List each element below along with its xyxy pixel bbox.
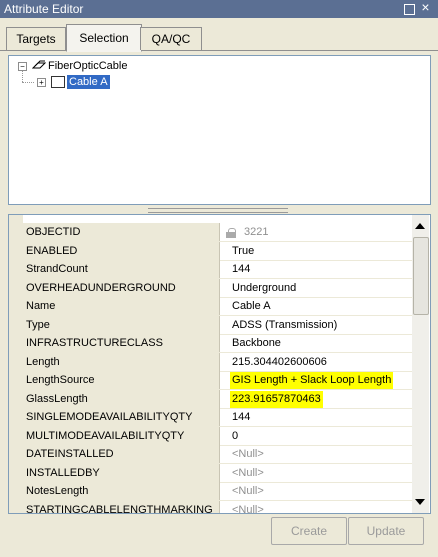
attribute-row[interactable]: GlassLength 223.91657870463 — [23, 389, 412, 409]
window-title: Attribute Editor — [4, 2, 84, 16]
attribute-editor-window: Attribute Editor × Targets Selection QA/… — [0, 0, 438, 557]
attribute-value: Underground — [232, 281, 297, 294]
update-button[interactable]: Update — [348, 517, 424, 545]
grid-row-header-strip — [9, 215, 23, 513]
attribute-row[interactable]: OBJECTID 3221 — [23, 223, 412, 242]
attribute-name: DATEINSTALLED — [23, 445, 220, 463]
tree-node-label: FiberOpticCable — [48, 60, 128, 72]
attribute-value: Cable A — [232, 300, 271, 312]
attribute-name: GlassLength — [23, 389, 220, 408]
scroll-thumb[interactable] — [413, 237, 429, 315]
title-bar[interactable]: Attribute Editor × — [0, 0, 438, 18]
attribute-row[interactable]: ENABLED True — [23, 241, 412, 261]
attribute-value-highlighted: 223.91657870463 — [230, 390, 323, 408]
attribute-grid: OBJECTID 3221 ENABLED True StrandCount 144 OVE… — [8, 214, 431, 514]
attribute-value-cell[interactable]: GIS Length + Slack Loop Length — [222, 371, 412, 389]
attribute-value: <Null> — [232, 448, 264, 460]
attribute-value-cell[interactable]: 215.304402600606 — [222, 353, 412, 371]
attribute-value: 0 — [232, 429, 239, 442]
attribute-value: <Null> — [232, 503, 264, 514]
selection-tree[interactable]: − FiberOpticCable + Cable A — [8, 55, 431, 205]
attribute-name: ENABLED — [23, 241, 220, 260]
attribute-value: <Null> — [232, 485, 264, 497]
close-icon[interactable]: × — [419, 0, 432, 14]
vertical-scrollbar[interactable] — [412, 215, 429, 513]
lock-icon — [224, 224, 238, 240]
attribute-name: Name — [23, 297, 220, 315]
attribute-value-cell[interactable]: 144 — [222, 408, 412, 426]
attribute-name: NotesLength — [23, 482, 220, 500]
attribute-name: StrandCount — [23, 260, 220, 278]
attribute-name: OVERHEADUNDERGROUND — [23, 278, 220, 297]
attribute-row[interactable]: Type ADSS (Transmission) — [23, 315, 412, 335]
attribute-row[interactable]: DATEINSTALLED <Null> — [23, 445, 412, 464]
attribute-name: INFRASTRUCTURECLASS — [23, 334, 220, 352]
attribute-value: 144 — [232, 263, 251, 275]
attribute-value: 215.304402600606 — [232, 355, 327, 368]
create-button[interactable]: Create — [271, 517, 347, 545]
attribute-value-cell[interactable]: 144 — [222, 260, 412, 278]
attribute-name: SINGLEMODEAVAILABILITYQTY — [23, 408, 220, 426]
collapse-icon[interactable]: − — [18, 62, 27, 71]
attribute-row[interactable]: Length 215.304402600606 — [23, 352, 412, 372]
attribute-row[interactable]: MULTIMODEAVAILABILITYQTY 0 — [23, 426, 412, 446]
attribute-value: Backbone — [232, 337, 281, 349]
auto-hide-pin-icon[interactable] — [404, 4, 415, 15]
attribute-value-cell[interactable]: Backbone — [222, 334, 412, 352]
tree-node-cable-a[interactable]: + Cable A — [33, 75, 233, 89]
attribute-name: STARTINGCABLELENGTHMARKING — [23, 500, 220, 513]
attribute-row[interactable]: STARTINGCABLELENGTHMARKING <Null> — [23, 500, 412, 514]
attribute-name: MULTIMODEAVAILABILITYQTY — [23, 426, 220, 445]
attribute-value-highlighted: GIS Length + Slack Loop Length — [230, 372, 394, 389]
attribute-value-cell[interactable]: 223.91657870463 — [222, 390, 412, 408]
attribute-value-cell[interactable]: <Null> — [222, 482, 412, 500]
attribute-row[interactable]: StrandCount 144 — [23, 260, 412, 279]
attribute-value-cell[interactable]: <Null> — [222, 464, 412, 482]
attribute-row[interactable]: SINGLEMODEAVAILABILITYQTY 144 — [23, 408, 412, 427]
attribute-value: 144 — [232, 411, 251, 423]
attribute-value: True — [232, 244, 255, 257]
attribute-value-cell[interactable]: 3221 — [222, 223, 412, 241]
attribute-row[interactable]: NotesLength <Null> — [23, 482, 412, 501]
attribute-value-cell[interactable]: ADSS (Transmission) — [222, 316, 412, 334]
attribute-row[interactable]: Name Cable A — [23, 297, 412, 316]
tab-selection[interactable]: Selection — [66, 24, 142, 52]
attribute-value: 3221 — [244, 226, 269, 238]
attribute-value-cell[interactable]: <Null> — [222, 501, 412, 514]
attribute-name: Length — [23, 352, 220, 371]
cable-feature-icon — [51, 76, 65, 88]
attribute-value-cell[interactable]: Underground — [222, 279, 412, 297]
attribute-value-cell[interactable]: Cable A — [222, 297, 412, 315]
tab-targets[interactable]: Targets — [6, 27, 66, 50]
scroll-up-icon[interactable] — [415, 223, 425, 229]
attribute-row[interactable]: OVERHEADUNDERGROUND Underground — [23, 278, 412, 298]
attribute-name: INSTALLEDBY — [23, 463, 220, 482]
feature-class-icon — [32, 60, 46, 69]
pane-splitter[interactable] — [148, 208, 288, 213]
attribute-value-cell[interactable]: <Null> — [222, 445, 412, 463]
attribute-name: LengthSource — [23, 371, 220, 389]
attribute-name: OBJECTID — [23, 223, 220, 241]
attribute-row[interactable]: LengthSource GIS Length + Slack Loop Leng… — [23, 371, 412, 390]
tab-qa-qc[interactable]: QA/QC — [140, 27, 202, 50]
expand-icon[interactable]: + — [37, 78, 46, 87]
tab-strip: Targets Selection QA/QC — [0, 18, 438, 52]
attribute-value-cell[interactable]: 0 — [222, 427, 412, 445]
attribute-name: Type — [23, 315, 220, 334]
attribute-row[interactable]: INSTALLEDBY <Null> — [23, 463, 412, 483]
attribute-value-cell[interactable]: True — [222, 242, 412, 260]
attribute-row[interactable]: INFRASTRUCTURECLASS Backbone — [23, 334, 412, 353]
attribute-value: <Null> — [232, 466, 264, 479]
tree-node-label-selected[interactable]: Cable A — [67, 75, 110, 89]
tree-node-feature-class[interactable]: − FiberOpticCable — [14, 59, 214, 73]
scroll-down-icon[interactable] — [415, 499, 425, 505]
attribute-value: ADSS (Transmission) — [232, 318, 338, 331]
